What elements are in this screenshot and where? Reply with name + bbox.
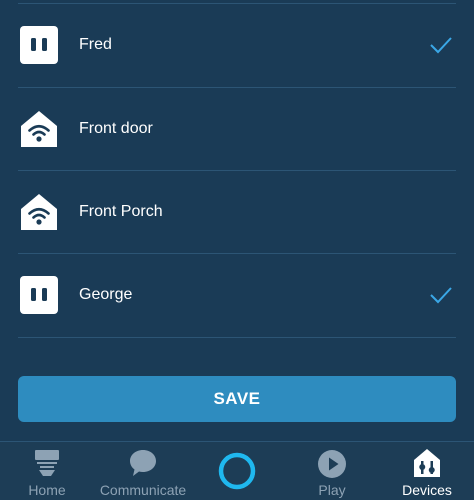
- device-row-fred[interactable]: Fred: [0, 3, 474, 87]
- bottom-nav-bar: Home Communicate Play Devices: [0, 441, 474, 500]
- wifi-home-icon: [20, 110, 58, 148]
- nav-play-label: Play: [318, 482, 346, 498]
- device-row-front-porch[interactable]: Front Porch: [0, 170, 474, 254]
- play-icon: [317, 449, 347, 479]
- device-row-george[interactable]: George: [0, 253, 474, 337]
- smart-plug-icon: [20, 276, 58, 314]
- chat-bubble-icon: [128, 448, 158, 478]
- nav-devices-label: Devices: [402, 482, 452, 498]
- checkmark-icon: [429, 286, 453, 304]
- device-row-front-door[interactable]: Front door: [0, 87, 474, 171]
- nav-communicate-label: Communicate: [99, 482, 187, 498]
- device-select-screen: Fred Front door Front Porch George SAVE …: [0, 0, 474, 500]
- device-name: Front door: [79, 120, 153, 137]
- nav-home-label: Home: [28, 482, 66, 498]
- nav-home[interactable]: Home: [17, 442, 77, 500]
- device-name: Fred: [79, 36, 112, 53]
- save-button[interactable]: SAVE: [18, 376, 456, 422]
- nav-devices[interactable]: Devices: [397, 442, 457, 500]
- home-icon: [33, 449, 61, 477]
- smart-plug-icon: [20, 26, 58, 64]
- checkmark-icon: [429, 36, 453, 54]
- devices-icon: [413, 448, 441, 478]
- device-name: George: [79, 286, 133, 303]
- nav-play[interactable]: Play: [307, 442, 357, 500]
- wifi-home-icon: [20, 193, 58, 231]
- nav-alexa[interactable]: [212, 442, 262, 500]
- nav-communicate[interactable]: Communicate: [97, 442, 189, 500]
- divider: [18, 337, 456, 338]
- device-name: Front Porch: [79, 203, 163, 220]
- alexa-ring-icon: [216, 450, 258, 492]
